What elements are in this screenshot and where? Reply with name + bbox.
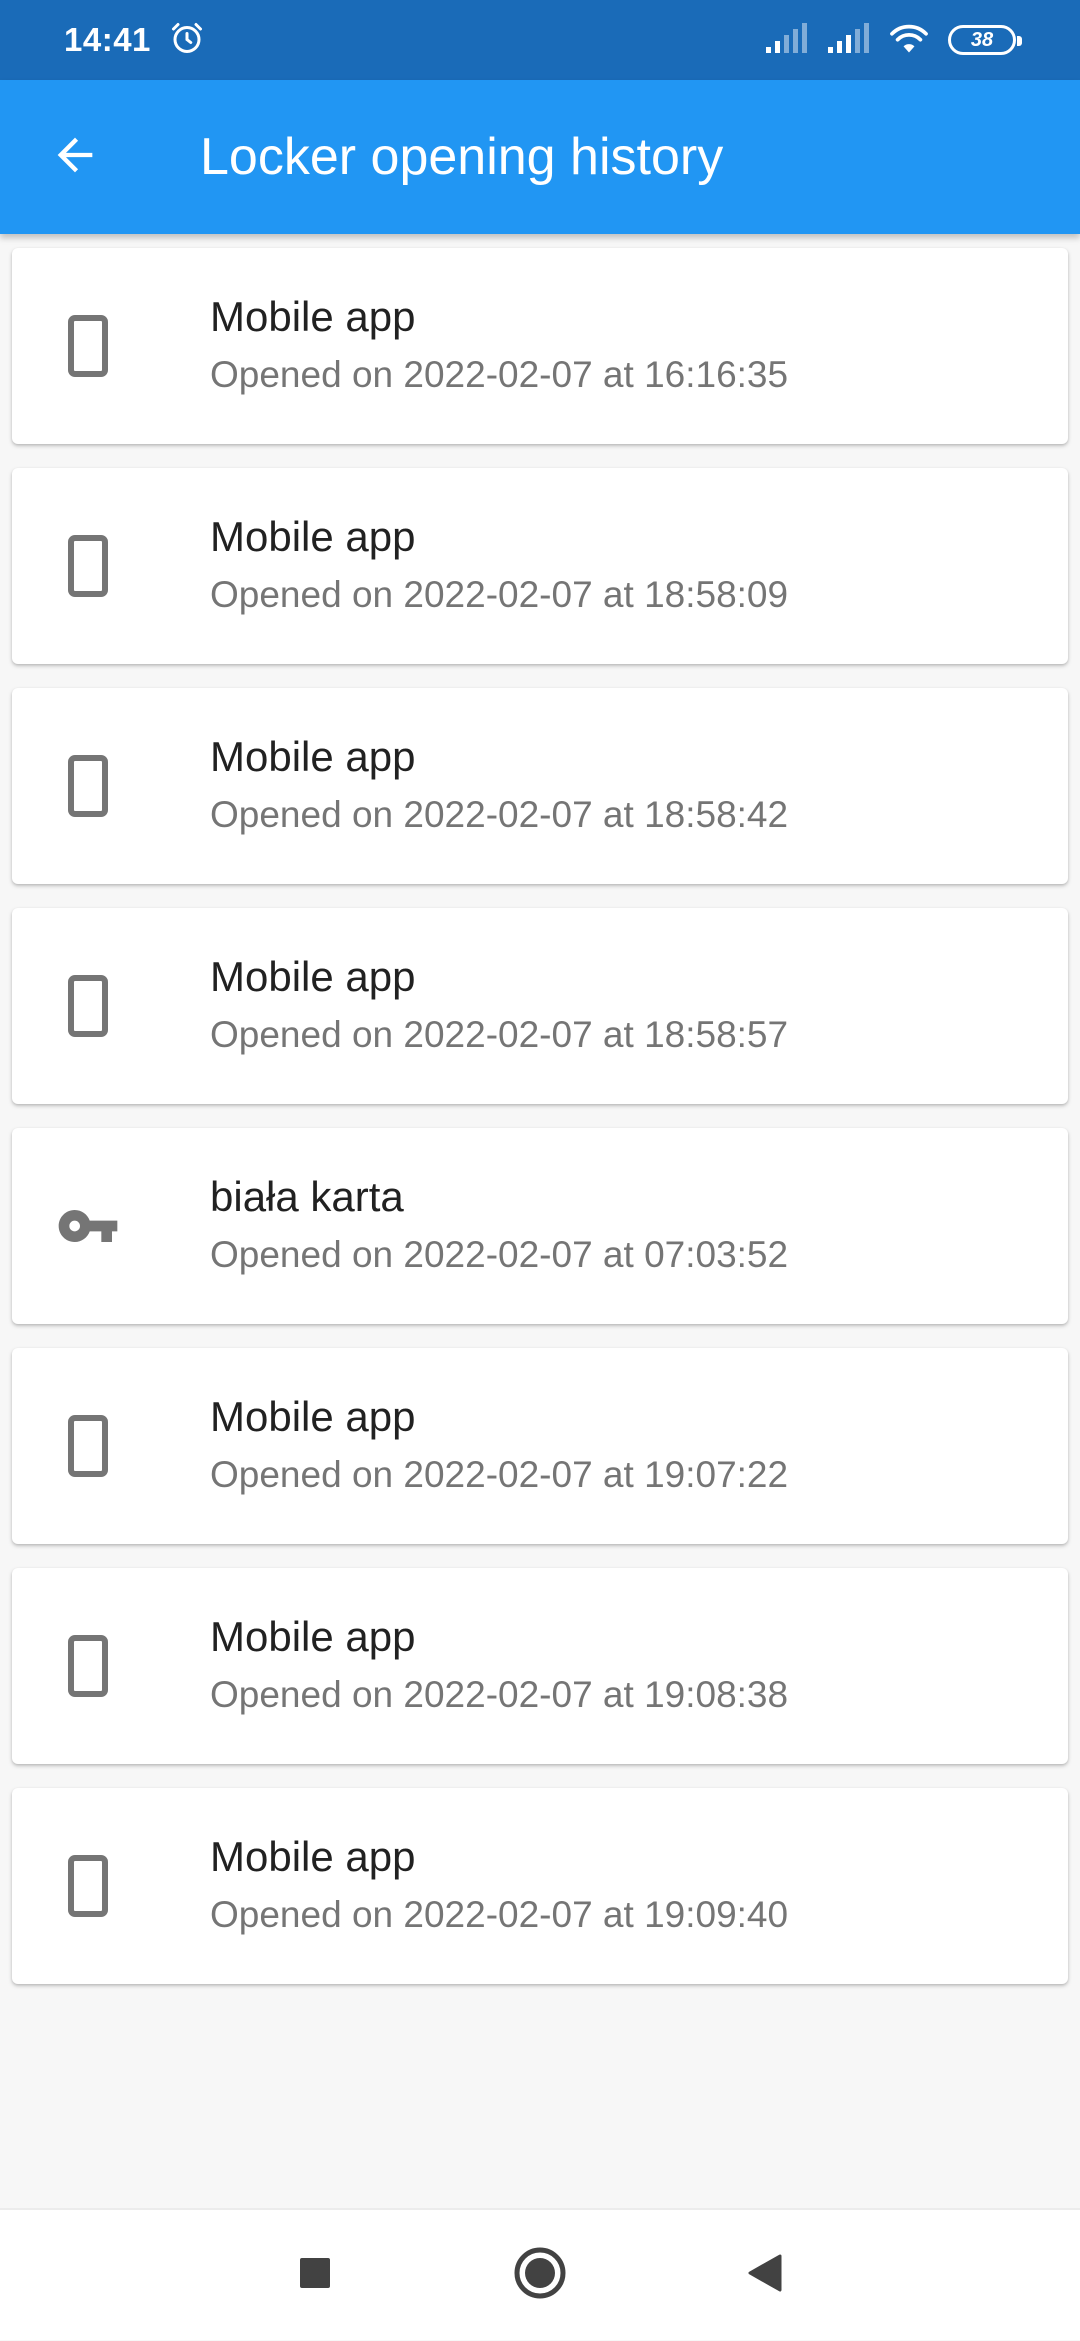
home-circle-icon [513, 2246, 567, 2305]
history-item[interactable]: Mobile app Opened on 2022-02-07 at 18:58… [12, 688, 1068, 884]
history-item[interactable]: Mobile app Opened on 2022-02-07 at 19:07… [12, 1348, 1068, 1544]
history-item-timestamp: Opened on 2022-02-07 at 16:16:35 [210, 354, 789, 395]
system-nav-bar [0, 2208, 1080, 2340]
history-item-timestamp: Opened on 2022-02-07 at 19:07:22 [210, 1454, 789, 1495]
phone-icon [12, 1568, 164, 1764]
history-item-method: Mobile app [210, 953, 416, 1000]
back-button[interactable] [0, 80, 150, 234]
recents-square-icon [298, 2256, 332, 2295]
history-item-method: Mobile app [210, 1613, 416, 1660]
recents-button[interactable] [203, 2209, 428, 2341]
history-item-timestamp: Opened on 2022-02-07 at 19:08:38 [210, 1674, 789, 1715]
status-left: 14:41 [64, 20, 205, 61]
status-bar: 14:41 38 [0, 0, 1080, 80]
history-item-timestamp: Opened on 2022-02-07 at 18:58:57 [210, 1014, 789, 1055]
history-item-method: Mobile app [210, 513, 416, 560]
history-item-method: Mobile app [210, 733, 416, 780]
wifi-icon [888, 21, 930, 60]
history-item[interactable]: biała karta Opened on 2022-02-07 at 07:0… [12, 1128, 1068, 1324]
phone-icon [12, 1348, 164, 1544]
app-bar: Locker opening history [0, 80, 1080, 234]
history-item-method: Mobile app [210, 293, 416, 340]
nav-back-button[interactable] [653, 2209, 878, 2341]
phone-icon [12, 248, 164, 444]
history-item[interactable]: Mobile app Opened on 2022-02-07 at 19:08… [12, 1568, 1068, 1764]
history-item-method: biała karta [210, 1173, 404, 1220]
alarm-icon [169, 20, 205, 61]
phone-icon [12, 688, 164, 884]
phone-icon [12, 468, 164, 664]
history-item-text: Mobile app Opened on 2022-02-07 at 18:58… [164, 731, 788, 841]
history-item-method: Mobile app [210, 1833, 416, 1880]
history-item[interactable]: Mobile app Opened on 2022-02-07 at 19:09… [12, 1788, 1068, 1984]
history-item-text: Mobile app Opened on 2022-02-07 at 19:08… [164, 1611, 788, 1721]
history-item-text: Mobile app Opened on 2022-02-07 at 19:07… [164, 1391, 788, 1501]
history-list: Mobile app Opened on 2022-02-07 at 16:16… [12, 248, 1068, 2008]
status-time: 14:41 [64, 21, 151, 58]
history-item-text: Mobile app Opened on 2022-02-07 at 19:09… [164, 1831, 788, 1941]
back-triangle-icon [746, 2253, 784, 2298]
history-item-method: Mobile app [210, 1393, 416, 1440]
history-item-timestamp: Opened on 2022-02-07 at 07:03:52 [210, 1234, 789, 1275]
key-icon [12, 1128, 164, 1324]
signal-icon [826, 21, 870, 60]
home-button[interactable] [428, 2209, 653, 2341]
status-right: 38 [764, 21, 1022, 60]
signal-icon [764, 21, 808, 60]
history-item[interactable]: Mobile app Opened on 2022-02-07 at 18:58… [12, 908, 1068, 1104]
history-item-timestamp: Opened on 2022-02-07 at 18:58:09 [210, 574, 789, 615]
history-item[interactable]: Mobile app Opened on 2022-02-07 at 16:16… [12, 248, 1068, 444]
page-title: Locker opening history [200, 128, 724, 186]
history-item[interactable]: Mobile app Opened on 2022-02-07 at 18:58… [12, 468, 1068, 664]
history-item-timestamp: Opened on 2022-02-07 at 18:58:42 [210, 794, 789, 835]
history-item-text: Mobile app Opened on 2022-02-07 at 16:16… [164, 291, 788, 401]
battery-icon: 38 [948, 25, 1022, 55]
arrow-back-icon [49, 129, 101, 186]
history-item-text: biała karta Opened on 2022-02-07 at 07:0… [164, 1171, 788, 1281]
history-item-timestamp: Opened on 2022-02-07 at 19:09:40 [210, 1894, 789, 1935]
history-item-text: Mobile app Opened on 2022-02-07 at 18:58… [164, 951, 788, 1061]
phone-icon [12, 908, 164, 1104]
history-item-text: Mobile app Opened on 2022-02-07 at 18:58… [164, 511, 788, 621]
phone-icon [12, 1788, 164, 1984]
